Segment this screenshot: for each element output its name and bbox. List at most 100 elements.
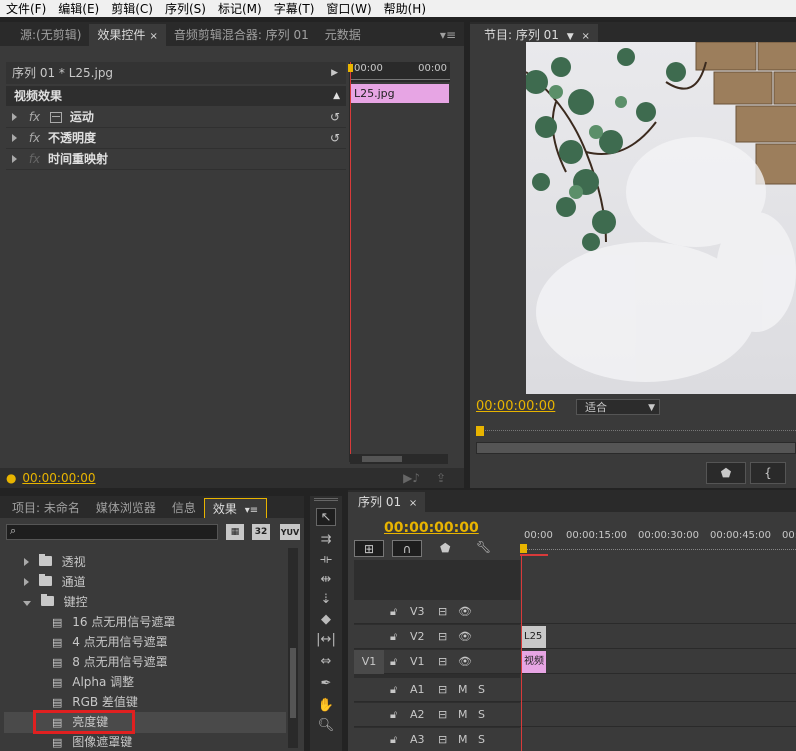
tree-item-effect[interactable]: ▤ 图像遮罩键 xyxy=(4,732,286,751)
audio-track-a1[interactable]: 🔓︎ A1 ⊟ M S xyxy=(354,678,796,702)
timeline-playhead[interactable] xyxy=(521,556,522,751)
program-video-frame[interactable] xyxy=(526,42,796,394)
menu-clip[interactable]: 剪辑(C) xyxy=(105,0,159,17)
tab-metadata[interactable]: 元数据 xyxy=(317,24,369,46)
sync-lock-icon[interactable]: ⊟ xyxy=(438,678,447,702)
tree-item-folder[interactable]: 通道 xyxy=(4,572,286,593)
slide-tool-icon[interactable]: ⇔ xyxy=(316,652,336,670)
track-label[interactable]: A2 xyxy=(410,703,425,727)
zoom-tool-icon[interactable]: 🔍︎ xyxy=(316,716,336,734)
accelerated-effects-button[interactable]: ▦ xyxy=(226,524,244,540)
collapse-arrow-icon[interactable] xyxy=(23,601,31,606)
program-playhead[interactable] xyxy=(476,426,484,436)
linked-selection-button[interactable]: ∩ xyxy=(392,540,422,557)
track-label[interactable]: A1 xyxy=(410,678,425,702)
mini-clip-bar[interactable]: L25.jpg xyxy=(351,84,449,103)
tab-effects[interactable]: 效果 ▾≡ xyxy=(203,498,268,518)
tab-info[interactable]: 信息 xyxy=(164,498,204,518)
expand-arrow-icon[interactable] xyxy=(24,558,29,566)
hand-tool-icon[interactable]: ✋ xyxy=(316,696,336,714)
effect-row-time-remap[interactable]: fx 时间重映射 xyxy=(6,149,346,170)
audio-track-a3[interactable]: 🔓︎ A3 ⊟ M S xyxy=(354,728,796,751)
collapse-up-icon[interactable]: ▲ xyxy=(333,86,340,106)
solo-button[interactable]: S xyxy=(478,678,485,702)
tree-item-effect[interactable]: ▤ 16 点无用信号遮罩 xyxy=(4,612,286,633)
mark-in-button[interactable]: { xyxy=(750,462,786,484)
menu-help[interactable]: 帮助(H) xyxy=(378,0,432,17)
timeline-ruler[interactable]: 00:00 00:00:15:00 00:00:30:00 00:00:45:0… xyxy=(520,526,796,556)
lock-icon[interactable]: 🔓︎ xyxy=(390,678,397,702)
menu-title[interactable]: 字幕(T) xyxy=(268,0,321,17)
play-audio-icon[interactable]: ▶♪ xyxy=(403,468,420,488)
scroll-thumb[interactable] xyxy=(362,456,402,462)
source-patch-v1[interactable]: V1 xyxy=(354,650,384,674)
track-label[interactable]: V3 xyxy=(410,600,425,624)
menu-edit[interactable]: 编辑(E) xyxy=(52,0,105,17)
scroll-thumb[interactable] xyxy=(290,648,296,718)
panel-menu-icon[interactable]: ▾≡ xyxy=(432,24,464,46)
tab-sequence[interactable]: 序列 01 × xyxy=(348,492,426,512)
program-zoom-bar[interactable] xyxy=(476,442,796,454)
close-icon[interactable]: × xyxy=(409,498,417,509)
track-select-tool-icon[interactable]: ⇉ xyxy=(316,530,336,548)
timeline-timecode[interactable]: 00:00:00:00 xyxy=(384,520,479,536)
solo-button[interactable]: S xyxy=(478,728,485,751)
expand-arrow-icon[interactable] xyxy=(12,155,17,163)
tree-item-effect[interactable]: ▤ 4 点无用信号遮罩 xyxy=(4,632,286,653)
clip-v1[interactable]: 视频 xyxy=(522,651,546,673)
mute-button[interactable]: M xyxy=(458,728,468,751)
track-label[interactable]: V2 xyxy=(410,625,425,649)
tab-project[interactable]: 项目: 未命名 xyxy=(0,498,88,518)
video-track-v3[interactable]: 🔓︎ V3 ⊟ 👁︎ xyxy=(354,600,796,624)
effect-timecode[interactable]: 00:00:00:00 xyxy=(22,471,95,485)
tree-item-effect[interactable]: ▤ 8 点无用信号遮罩 xyxy=(4,652,286,673)
add-marker-button[interactable]: ⬟ xyxy=(706,462,746,484)
solo-button[interactable]: S xyxy=(478,703,485,727)
rate-stretch-tool-icon[interactable]: ⇣ xyxy=(316,590,336,608)
wrench-icon[interactable]: 🔧︎ xyxy=(476,540,491,554)
reset-icon[interactable]: ↺ xyxy=(330,107,340,128)
sync-lock-icon[interactable]: ⊟ xyxy=(438,703,447,727)
expand-right-icon[interactable]: ▶ xyxy=(331,62,338,84)
effect-scrollbar[interactable] xyxy=(350,454,448,464)
expand-arrow-icon[interactable] xyxy=(12,113,17,121)
fx-icon[interactable]: fx xyxy=(29,110,40,124)
selection-tool-icon[interactable]: ↖ xyxy=(316,508,336,526)
video-track-v1[interactable]: V1 🔓︎ V1 ⊟ 👁︎ xyxy=(354,650,796,674)
rolling-edit-tool-icon[interactable]: ⇹ xyxy=(316,570,336,588)
timeline-playhead-marker[interactable] xyxy=(520,544,527,553)
tab-source[interactable]: 源:(无剪辑) xyxy=(0,24,89,46)
lock-icon[interactable]: 🔓︎ xyxy=(390,728,397,751)
pen-tool-icon[interactable]: ✒ xyxy=(316,674,336,692)
effect-row-motion[interactable]: fx 运动 ↺ xyxy=(6,107,346,128)
effects-scrollbar[interactable] xyxy=(288,548,298,748)
expand-arrow-icon[interactable] xyxy=(24,578,29,586)
eye-icon[interactable]: 👁︎ xyxy=(458,600,472,624)
reset-icon[interactable]: ↺ xyxy=(330,128,340,149)
effect-row-opacity[interactable]: fx 不透明度 ↺ xyxy=(6,128,346,149)
menu-marker[interactable]: 标记(M) xyxy=(212,0,268,17)
tree-item-folder-keying[interactable]: 键控 xyxy=(4,592,286,613)
dropdown-icon[interactable]: ▼ xyxy=(567,32,574,42)
slip-tool-icon[interactable]: |↔| xyxy=(316,630,336,648)
menu-file[interactable]: 文件(F) xyxy=(0,0,52,17)
eye-icon[interactable]: 👁︎ xyxy=(458,625,472,649)
expand-arrow-icon[interactable] xyxy=(12,134,17,142)
fit-select[interactable]: 适合 ▼ xyxy=(576,399,660,415)
close-icon[interactable]: × xyxy=(582,31,590,42)
tab-effect-controls[interactable]: 效果控件 × xyxy=(89,24,166,46)
effects-search-input[interactable]: ⌕ xyxy=(6,524,218,540)
eye-icon[interactable]: 👁︎ xyxy=(458,650,472,674)
sync-lock-icon[interactable]: ⊟ xyxy=(438,600,447,624)
menu-sequence[interactable]: 序列(S) xyxy=(159,0,212,17)
mute-button[interactable]: M xyxy=(458,703,468,727)
close-icon[interactable]: × xyxy=(149,31,157,42)
ripple-edit-tool-icon[interactable]: ⟛ xyxy=(316,550,336,568)
32bit-effects-button[interactable]: 32 xyxy=(252,524,270,540)
tree-item-effect[interactable]: ▤ Alpha 调整 xyxy=(4,672,286,693)
sync-lock-icon[interactable]: ⊟ xyxy=(438,625,447,649)
sync-lock-icon[interactable]: ⊟ xyxy=(438,650,447,674)
snap-button[interactable]: ⊞ xyxy=(354,540,384,557)
tree-item-folder[interactable]: 透视 xyxy=(4,552,286,573)
audio-track-a2[interactable]: 🔓︎ A2 ⊟ M S xyxy=(354,703,796,727)
